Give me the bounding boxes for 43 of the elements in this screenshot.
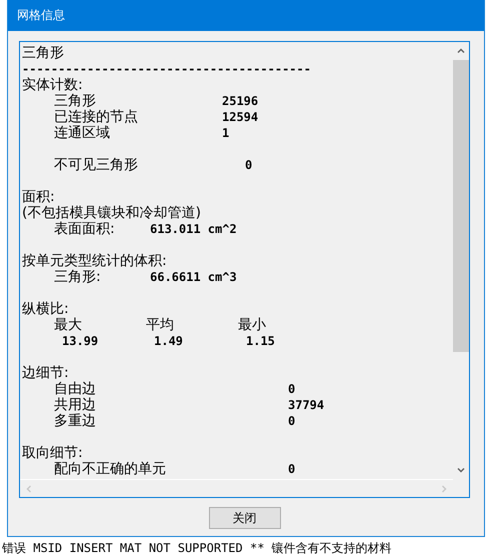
report-label: 自由边 <box>54 381 96 397</box>
report-value: 1.49 <box>153 334 183 348</box>
column-heading: 最小 <box>238 317 266 333</box>
window-title: 网格信息 <box>17 7 65 24</box>
report-label: 不可见三角形 <box>54 157 138 173</box>
report-value: 0 <box>288 413 296 429</box>
report-value: 1 <box>222 125 230 141</box>
report-label: 配向不正确的单元 <box>54 461 166 477</box>
scroll-right-icon[interactable] <box>439 484 449 494</box>
report-value: 0 <box>288 381 296 397</box>
report-heading: 纵横比: <box>22 301 69 317</box>
report-value: 0 <box>245 157 252 173</box>
report-heading: 实体计数: <box>22 77 83 93</box>
report-heading: 边细节: <box>22 365 69 381</box>
report-label: 已连接的节点 <box>54 109 138 125</box>
background-log-text: 错误 MSID_INSERT_MAT_NOT_SUPPORTED ** 镶件含有不支持的材料 <box>2 541 392 554</box>
report-value: 25196 <box>222 93 258 109</box>
column-heading: 最大 <box>54 317 82 333</box>
report-value: 613.011 cm^2 <box>150 221 237 237</box>
report-value: 12594 <box>222 109 258 125</box>
report-value: 37794 <box>288 397 324 413</box>
report-heading: 取向细节: <box>22 445 83 461</box>
report-label: 共用边 <box>54 397 96 413</box>
report-heading: (不包括模具镶块和冷却管道) <box>22 205 201 221</box>
report-value: 0 <box>288 461 296 477</box>
close-button[interactable]: 关闭 <box>208 507 280 529</box>
column-heading: 平均 <box>146 317 174 333</box>
dashed-separator: ---------------------------------------- <box>22 61 311 77</box>
report-value: 66.6611 cm^3 <box>150 269 237 285</box>
report-label: 三角形 <box>54 93 96 109</box>
scroll-left-icon[interactable] <box>24 484 34 494</box>
report-label: 三角形: <box>54 269 101 285</box>
scroll-down-icon[interactable] <box>456 465 466 475</box>
report-label: 连通区域 <box>54 125 110 141</box>
report-label: 表面面积: <box>54 221 115 237</box>
report-heading: 三角形 <box>22 45 64 61</box>
report-text-area[interactable] <box>19 41 470 498</box>
report-heading: 按单元类型统计的体积: <box>22 253 167 269</box>
report-value: 13.99 <box>61 334 98 348</box>
scrollbar-thumb[interactable] <box>453 60 469 352</box>
report-heading: 面积: <box>22 189 55 205</box>
report-label: 多重边 <box>54 413 96 429</box>
report-value: 1.15 <box>245 334 275 348</box>
